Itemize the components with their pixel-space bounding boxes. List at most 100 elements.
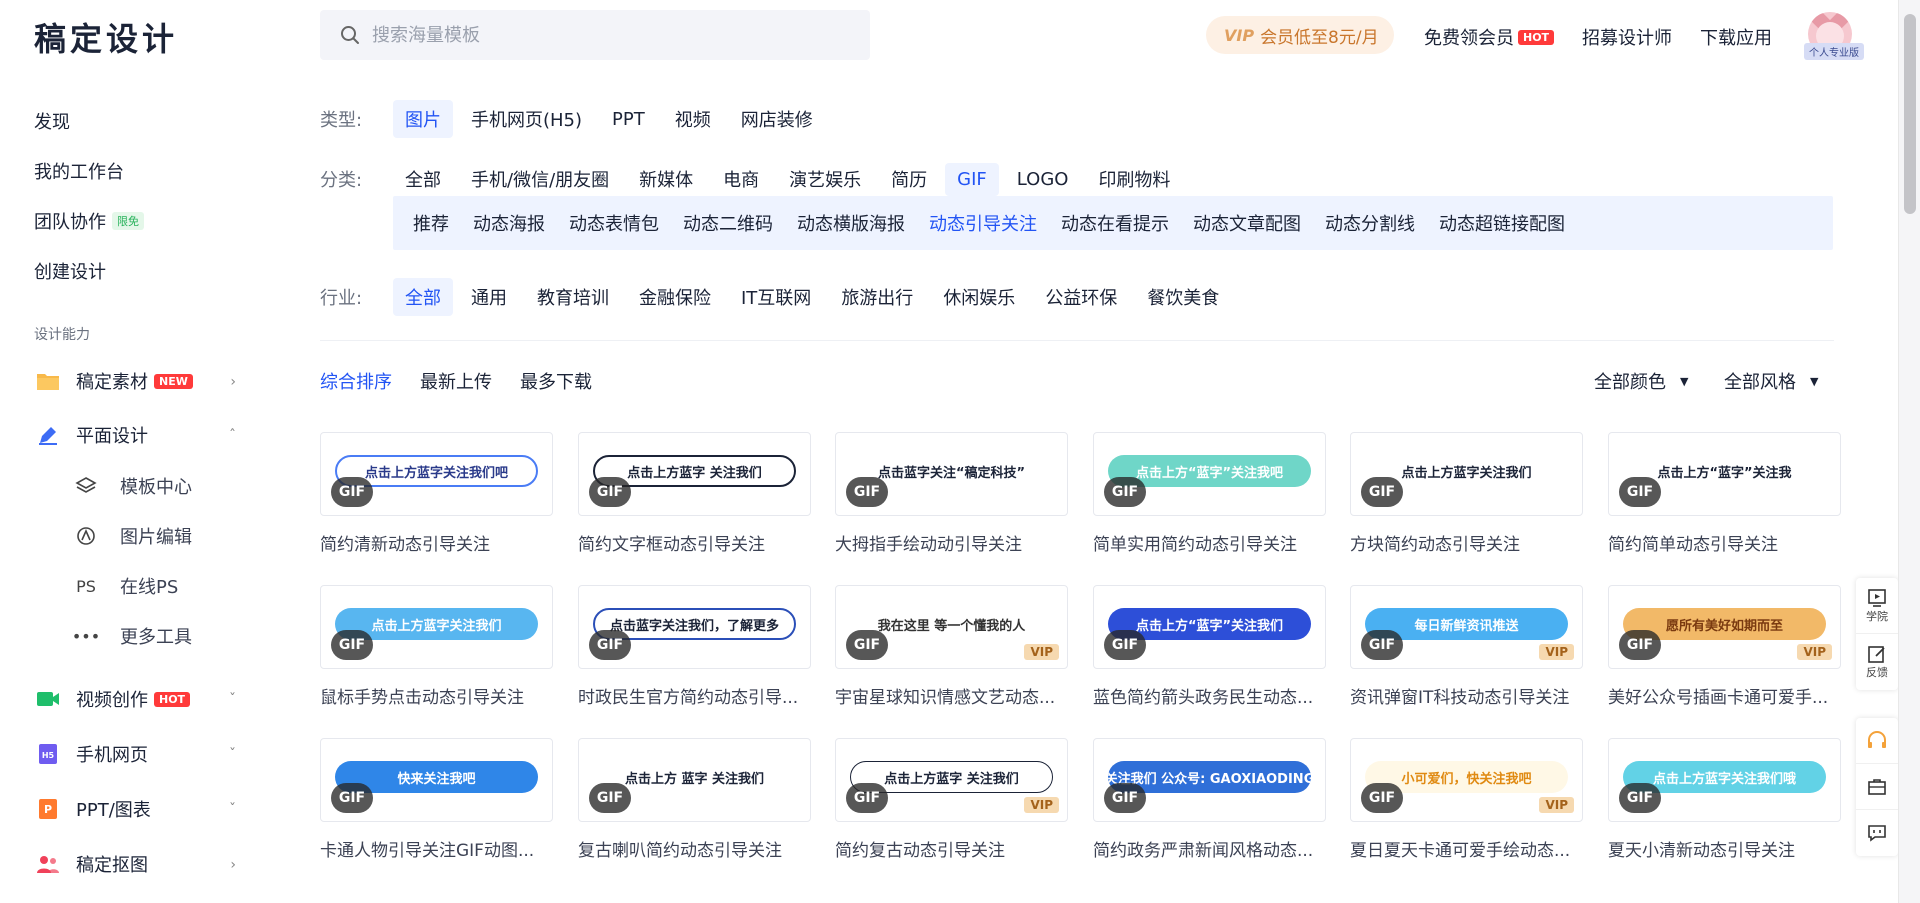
sidebar-item-workbench[interactable]: 我的工作台 <box>34 158 124 184</box>
template-title[interactable]: 简单实用简约动态引导关注 <box>1093 530 1326 555</box>
template-title[interactable]: 美好公众号插画卡通可爱手... <box>1608 683 1841 708</box>
template-thumbnail[interactable]: 我在这里 等一个懂我的人 GIF VIP <box>835 585 1068 669</box>
template-card[interactable]: 点击上方蓝字关注我们 GIF 鼠标手势点击动态引导关注 <box>320 585 553 708</box>
sidebar-group-cutout[interactable]: 稿定抠图 › <box>36 849 236 879</box>
template-title[interactable]: 方块简约动态引导关注 <box>1350 530 1583 555</box>
inbox-button[interactable] <box>1856 764 1898 810</box>
chip-cat-logo[interactable]: LOGO <box>1005 163 1081 196</box>
sidebar-item-team[interactable]: 团队协作 限免 <box>34 208 144 234</box>
template-card[interactable]: 点击蓝字关注我们，了解更多 GIF 时政民生官方简约动态引导... <box>578 585 811 708</box>
template-card[interactable]: 点击上方蓝字 关注我们 GIF VIP 简约复古动态引导关注 <box>835 738 1068 861</box>
template-card[interactable]: 每日新鲜资讯推送 GIF VIP 资讯弹窗IT科技动态引导关注 <box>1350 585 1583 708</box>
subcat-link-image[interactable]: 动态超链接配图 <box>1427 210 1577 236</box>
template-thumbnail[interactable]: 关注我们 公众号: GAOXIAODING GIF <box>1093 738 1326 822</box>
chip-cat-gif[interactable]: GIF <box>945 162 999 196</box>
academy-button[interactable]: 学院 <box>1856 578 1898 634</box>
template-thumbnail[interactable]: 点击上方蓝字关注我们吧 GIF <box>320 432 553 516</box>
subcat-watching-tip[interactable]: 动态在看提示 <box>1049 210 1181 236</box>
template-thumbnail[interactable]: 愿所有美好如期而至 GIF VIP <box>1608 585 1841 669</box>
template-title[interactable]: 资讯弹窗IT科技动态引导关注 <box>1350 683 1583 708</box>
template-card[interactable]: 愿所有美好如期而至 GIF VIP 美好公众号插画卡通可爱手... <box>1608 585 1841 708</box>
free-vip-link[interactable]: 免费领会员 HOT <box>1424 24 1555 50</box>
template-title[interactable]: 鼠标手势点击动态引导关注 <box>320 683 553 708</box>
site-logo[interactable]: 稿定设计 <box>34 14 178 60</box>
search-box[interactable] <box>320 10 870 60</box>
chip-cat-ecommerce[interactable]: 电商 <box>711 160 771 198</box>
subcat-poster[interactable]: 动态海报 <box>461 210 557 236</box>
template-card[interactable]: 关注我们 公众号: GAOXIAODING GIF 简约政务严肃新闻风格动态... <box>1093 738 1326 861</box>
template-card[interactable]: 点击上方蓝字 关注我们 GIF 简约文字框动态引导关注 <box>578 432 811 555</box>
sidebar-sub-more-tools[interactable]: ••• 更多工具 <box>72 622 192 650</box>
chip-type-shop[interactable]: 网店装修 <box>729 100 825 138</box>
template-title[interactable]: 简约复古动态引导关注 <box>835 836 1068 861</box>
subcat-article-image[interactable]: 动态文章配图 <box>1181 210 1313 236</box>
template-card[interactable]: 点击上方“蓝字”关注我 GIF 简约简单动态引导关注 <box>1608 432 1841 555</box>
template-thumbnail[interactable]: 点击上方 蓝字 关注我们 GIF <box>578 738 811 822</box>
template-thumbnail[interactable]: 点击上方蓝字 关注我们 GIF <box>578 432 811 516</box>
chip-cat-newmedia[interactable]: 新媒体 <box>627 160 705 198</box>
scrollbar-thumb[interactable] <box>1904 14 1916 214</box>
template-thumbnail[interactable]: 点击上方蓝字关注我们哦 GIF <box>1608 738 1841 822</box>
vip-promo-button[interactable]: VIP 会员低至8元/月 <box>1206 16 1394 54</box>
subcat-follow-guide[interactable]: 动态引导关注 <box>917 210 1049 236</box>
chip-cat-all[interactable]: 全部 <box>393 160 453 198</box>
sidebar-item-create[interactable]: 创建设计 <box>34 258 106 284</box>
template-thumbnail[interactable]: 点击上方蓝字关注我们 GIF <box>320 585 553 669</box>
template-card[interactable]: 点击上方 蓝字 关注我们 GIF 复古喇叭简约动态引导关注 <box>578 738 811 861</box>
sidebar-group-materials[interactable]: 稿定素材 NEW › <box>36 366 236 396</box>
template-thumbnail[interactable]: 点击蓝字关注“稿定科技” GIF <box>835 432 1068 516</box>
sidebar-group-ppt[interactable]: P PPT/图表 ˇ <box>36 794 236 824</box>
template-title[interactable]: 简约政务严肃新闻风格动态... <box>1093 836 1326 861</box>
message-button[interactable] <box>1856 810 1898 856</box>
recruit-link[interactable]: 招募设计师 <box>1582 24 1672 50</box>
chip-type-video[interactable]: 视频 <box>663 100 723 138</box>
template-thumbnail[interactable]: 小可爱们，快关注我吧 GIF VIP <box>1350 738 1583 822</box>
chip-cat-resume[interactable]: 简历 <box>879 160 939 198</box>
customer-service-button[interactable] <box>1856 718 1898 764</box>
template-card[interactable]: 小可爱们，快关注我吧 GIF VIP 夏日夏天卡通可爱手绘动态... <box>1350 738 1583 861</box>
template-card[interactable]: 点击上方蓝字关注我们吧 GIF 简约清新动态引导关注 <box>320 432 553 555</box>
template-card[interactable]: 点击上方蓝字关注我们哦 GIF 夏天小清新动态引导关注 <box>1608 738 1841 861</box>
template-card[interactable]: 我在这里 等一个懂我的人 GIF VIP 宇宙星球知识情感文艺动态... <box>835 585 1068 708</box>
subcat-divider[interactable]: 动态分割线 <box>1313 210 1427 236</box>
chip-type-h5[interactable]: 手机网页(H5) <box>459 100 594 138</box>
chip-ind-it[interactable]: IT互联网 <box>729 278 823 316</box>
template-card[interactable]: 点击上方“蓝字”关注我们 GIF 蓝色简约箭头政务民生动态... <box>1093 585 1326 708</box>
style-dropdown[interactable]: 全部风格 ▼ <box>1724 368 1818 394</box>
template-thumbnail[interactable]: 每日新鲜资讯推送 GIF VIP <box>1350 585 1583 669</box>
sidebar-item-discover[interactable]: 发现 <box>34 108 70 134</box>
template-thumbnail[interactable]: 点击上方“蓝字”关注我吧 GIF <box>1093 432 1326 516</box>
chip-ind-charity[interactable]: 公益环保 <box>1033 278 1129 316</box>
template-title[interactable]: 卡通人物引导关注GIF动图... <box>320 836 553 861</box>
template-thumbnail[interactable]: 点击蓝字关注我们，了解更多 GIF <box>578 585 811 669</box>
search-input[interactable] <box>372 24 812 46</box>
subcat-landscape-poster[interactable]: 动态横版海报 <box>785 210 917 236</box>
template-thumbnail[interactable]: 点击上方“蓝字”关注我们 GIF <box>1093 585 1326 669</box>
chip-ind-food[interactable]: 餐饮美食 <box>1135 278 1231 316</box>
sort-comprehensive[interactable]: 综合排序 <box>320 368 392 394</box>
feedback-button[interactable]: 反馈 <box>1856 634 1898 690</box>
sidebar-group-mobile-web[interactable]: H5 手机网页 ˇ <box>36 739 236 769</box>
template-card[interactable]: 点击上方蓝字关注我们 GIF 方块简约动态引导关注 <box>1350 432 1583 555</box>
chip-ind-general[interactable]: 通用 <box>459 278 519 316</box>
template-title[interactable]: 简约清新动态引导关注 <box>320 530 553 555</box>
template-thumbnail[interactable]: 点击上方蓝字关注我们 GIF <box>1350 432 1583 516</box>
sort-newest[interactable]: 最新上传 <box>420 368 492 394</box>
chip-type-ppt[interactable]: PPT <box>600 103 657 136</box>
template-title[interactable]: 简约简单动态引导关注 <box>1608 530 1841 555</box>
template-title[interactable]: 蓝色简约箭头政务民生动态... <box>1093 683 1326 708</box>
sidebar-sub-template-center[interactable]: 模板中心 <box>74 472 192 500</box>
template-title[interactable]: 复古喇叭简约动态引导关注 <box>578 836 811 861</box>
sidebar-sub-online-ps[interactable]: PS 在线PS <box>74 572 178 600</box>
template-card[interactable]: 点击蓝字关注“稿定科技” GIF 大拇指手绘动动引导关注 <box>835 432 1068 555</box>
chip-cat-mobile[interactable]: 手机/微信/朋友圈 <box>459 160 621 198</box>
template-title[interactable]: 大拇指手绘动动引导关注 <box>835 530 1068 555</box>
template-title[interactable]: 时政民生官方简约动态引导... <box>578 683 811 708</box>
subcat-qrcode[interactable]: 动态二维码 <box>671 210 785 236</box>
template-card[interactable]: 点击上方“蓝字”关注我吧 GIF 简单实用简约动态引导关注 <box>1093 432 1326 555</box>
chip-ind-travel[interactable]: 旅游出行 <box>829 278 925 316</box>
template-thumbnail[interactable]: 快来关注我吧 GIF <box>320 738 553 822</box>
sidebar-sub-image-edit[interactable]: 图片编辑 <box>74 522 192 550</box>
sidebar-group-video[interactable]: 视频创作 HOT ˇ <box>36 684 236 714</box>
template-title[interactable]: 宇宙星球知识情感文艺动态... <box>835 683 1068 708</box>
